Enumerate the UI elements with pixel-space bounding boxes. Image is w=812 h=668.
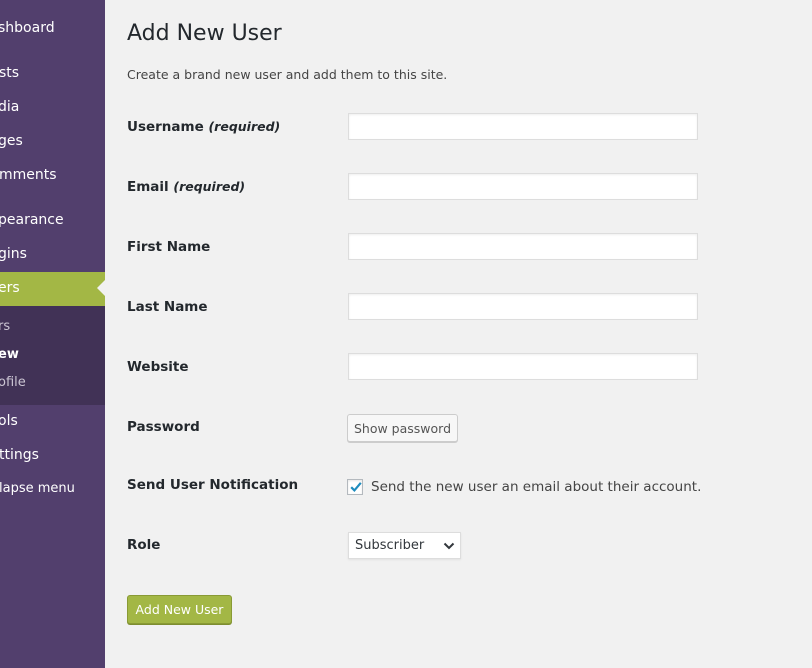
sidebar-item-label: mments [0, 167, 57, 183]
submenu-item-add-new[interactable]: ew [0, 343, 105, 367]
username-label-text: Username [127, 119, 204, 135]
submenu-item-label: ofile [0, 375, 26, 390]
page-title: Add New User [127, 21, 282, 46]
sidebar-item-media[interactable]: dia [0, 91, 105, 125]
sidebar-item-label: ges [0, 133, 23, 149]
send-notification-checkbox[interactable] [347, 479, 363, 495]
sidebar-item-appearance[interactable]: pearance [0, 204, 105, 238]
sidebar-item-posts[interactable]: sts [0, 57, 105, 91]
show-password-button[interactable]: Show password [347, 414, 458, 442]
submenu-item-label: ew [0, 347, 19, 362]
page-description: Create a brand new user and add them to … [127, 67, 448, 82]
sidebar-item-label: pearance [0, 212, 64, 228]
role-label: Role [127, 537, 161, 553]
chevron-down-icon [443, 542, 455, 550]
sidebar-item-collapse-menu[interactable]: lapse menu [0, 473, 105, 507]
checkmark-icon [350, 482, 362, 493]
sidebar-item-label: dia [0, 99, 20, 115]
email-label-text: Email [127, 179, 169, 195]
first-name-input[interactable] [348, 233, 698, 260]
submenu-item-label: rs [0, 319, 11, 334]
last-name-label: Last Name [127, 299, 208, 315]
sidebar-item-tools[interactable]: ols [0, 405, 105, 439]
password-label: Password [127, 419, 200, 435]
submenu-item-all-users[interactable]: rs [0, 315, 105, 339]
sidebar-item-label: ers [0, 280, 20, 296]
website-label: Website [127, 359, 189, 375]
username-input[interactable] [348, 113, 698, 140]
sidebar-item-label: sts [0, 65, 20, 81]
sidebar-item-settings[interactable]: ttings [0, 439, 105, 473]
sidebar-item-users[interactable]: ers [0, 272, 105, 306]
users-submenu: rs ew ofile [0, 306, 105, 405]
sidebar-item-label: gins [0, 246, 27, 262]
sidebar-item-dashboard[interactable]: shboard [0, 12, 105, 46]
email-label: Email (required) [127, 179, 245, 195]
sidebar-item-label: ols [0, 413, 18, 429]
sidebar-item-comments[interactable]: mments [0, 159, 105, 193]
username-label: Username (required) [127, 119, 280, 135]
website-input[interactable] [348, 353, 698, 380]
sidebar-item-label: shboard [0, 20, 55, 36]
required-note: (required) [173, 179, 246, 194]
sidebar-item-label: lapse menu [0, 481, 75, 496]
email-input[interactable] [348, 173, 698, 200]
submenu-item-your-profile[interactable]: ofile [0, 371, 105, 395]
send-notification-checkbox-label[interactable]: Send the new user an email about their a… [371, 479, 701, 495]
admin-sidebar: shboard sts dia ges mments pearance gins… [0, 0, 105, 668]
first-name-label: First Name [127, 239, 211, 255]
role-select[interactable]: Subscriber [348, 532, 461, 559]
sidebar-item-pages[interactable]: ges [0, 125, 105, 159]
role-select-value: Subscriber [355, 538, 425, 553]
sidebar-item-label: ttings [0, 447, 39, 463]
required-note: (required) [208, 119, 281, 134]
add-new-user-button[interactable]: Add New User [127, 595, 232, 624]
send-notification-label: Send User Notification [127, 477, 299, 493]
sidebar-item-plugins[interactable]: gins [0, 238, 105, 272]
last-name-input[interactable] [348, 293, 698, 320]
